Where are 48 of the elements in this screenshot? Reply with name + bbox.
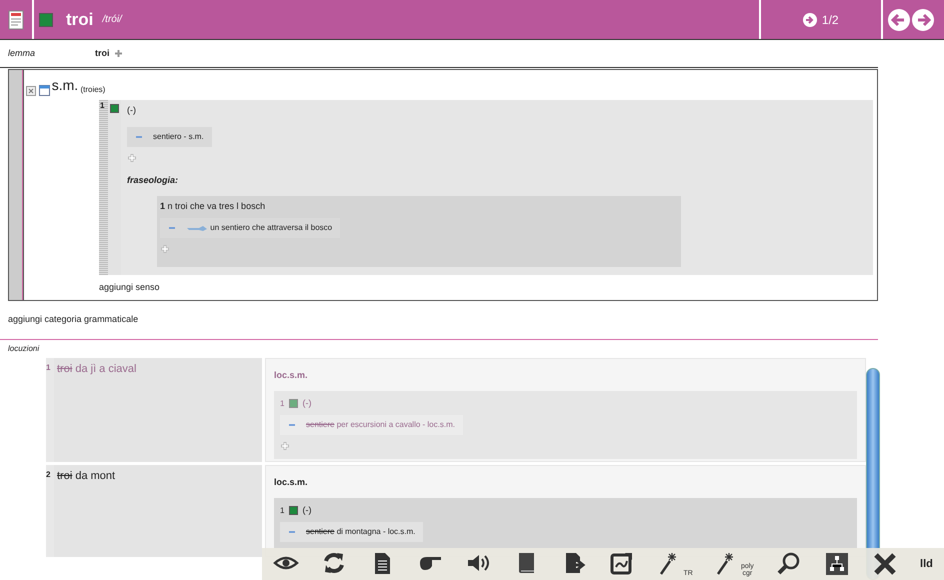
lemma-value: troi: [95, 46, 110, 60]
status-square: [288, 399, 298, 408]
section-label: fraseologia:: [127, 174, 180, 187]
row-number: 2: [46, 465, 54, 557]
remove-icon[interactable]: [288, 422, 296, 428]
status-square: [38, 12, 52, 26]
add-category-link[interactable]: aggiungi categoria grammaticale: [8, 313, 138, 327]
sense-number: 1: [99, 100, 108, 274]
toolbar-button[interactable]: [776, 551, 802, 577]
remove-icon[interactable]: [288, 528, 296, 535]
sense-definition: (-): [127, 104, 137, 117]
locution-text: troi da mont: [54, 465, 262, 557]
entry-title: troi: [66, 8, 94, 31]
pronunciation: /trói/: [102, 13, 122, 27]
translation-text: sentiero - s.m.: [153, 130, 204, 142]
phrase-text: 1 n troi che va tres l bosch: [160, 200, 266, 213]
status-square: [110, 104, 119, 113]
status-square: [288, 506, 298, 515]
add-sense-link[interactable]: aggiungi senso: [99, 280, 160, 294]
page-counter: 1/2: [822, 12, 839, 28]
close-icon: [872, 551, 898, 577]
translation-text: sentiere di montagna - loc.s.m.: [306, 526, 416, 538]
remove-icon[interactable]: [168, 225, 176, 231]
search-icon: [776, 551, 802, 577]
toolbar-label: lld: [920, 556, 933, 572]
plural-form: (troies): [80, 84, 106, 96]
category-name: loc.s.m.: [274, 476, 309, 490]
row-number: 1: [46, 358, 54, 462]
sense-definition: (-): [302, 504, 312, 517]
document-icon[interactable]: [8, 10, 24, 30]
category-name: s.m.: [52, 76, 78, 94]
toolbar-button[interactable]: [824, 551, 850, 577]
hierarchy-icon: [824, 551, 850, 577]
section-label: locuzioni: [7, 343, 40, 355]
close-icon[interactable]: [26, 86, 36, 96]
toolbar-button[interactable]: [872, 551, 898, 577]
sense-number: 1: [280, 504, 284, 516]
category-name: loc.s.m.: [274, 369, 309, 382]
translation-text: sentiere per escursioni a cavallo - loc.s.m.: [306, 418, 455, 431]
next-icon[interactable]: [803, 12, 818, 26]
translation-text: un sentiero che attraversa il bosco: [210, 222, 332, 234]
sense-definition: (-): [302, 396, 312, 410]
remove-icon[interactable]: [135, 134, 143, 140]
window-icon[interactable]: [38, 84, 50, 96]
field-label: lemma: [7, 46, 36, 60]
add-icon[interactable]: [114, 49, 123, 58]
locution-text: troi da jì a ciaval: [54, 358, 262, 462]
sense-number: 1: [280, 398, 284, 410]
